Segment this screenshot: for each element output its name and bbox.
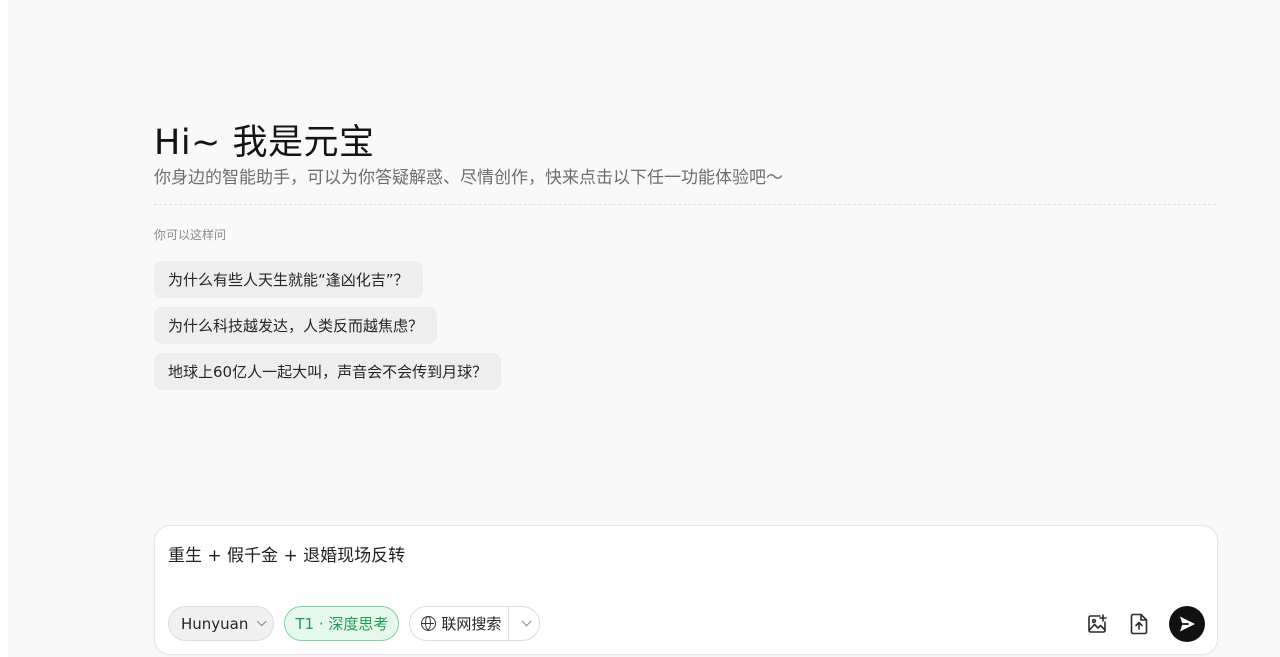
page-scrollbar[interactable] — [1270, 0, 1280, 657]
send-button[interactable] — [1169, 606, 1205, 642]
suggestion-item[interactable]: 为什么科技越发达，人类反而越焦虑？ — [154, 307, 438, 344]
web-search-control: 联网搜索 — [409, 606, 541, 641]
web-search-toggle[interactable]: 联网搜索 — [410, 607, 508, 640]
deep-think-label: T1 · 深度思考 — [295, 615, 389, 633]
composer: 重生 + 假千金 + 退婚现场反转 Hunyuan T1 · 深度思考 联网搜索 — [154, 525, 1218, 655]
web-search-label: 联网搜索 — [441, 615, 502, 633]
deep-think-toggle[interactable]: T1 · 深度思考 — [284, 606, 400, 641]
model-label: Hunyuan — [181, 614, 249, 633]
file-upload-button[interactable] — [1127, 612, 1151, 636]
suggestion-item[interactable]: 为什么有些人天生就能“逢凶化吉”？ — [154, 261, 423, 298]
suggestion-list: 为什么有些人天生就能“逢凶化吉”？ 为什么科技越发达，人类反而越焦虑？ 地球上6… — [154, 261, 502, 390]
greeting-subtitle: 你身边的智能助手，可以为你答疑解惑、尽情创作，快来点击以下任一功能体验吧～ — [154, 168, 783, 188]
send-icon — [1180, 616, 1195, 632]
chevron-down-icon — [521, 616, 532, 627]
suggestion-item[interactable]: 地球上60亿人一起大叫，声音会不会传到月球？ — [154, 353, 502, 390]
web-search-dropdown[interactable] — [509, 607, 539, 640]
prompt-input[interactable]: 重生 + 假千金 + 退婚现场反转 — [168, 538, 1188, 568]
upload-icon — [1130, 613, 1148, 635]
divider — [154, 204, 1216, 205]
globe-icon — [421, 616, 437, 631]
left-edge — [0, 0, 8, 657]
image-plus-icon — [1088, 614, 1107, 633]
main-content: Hi~ 我是元宝 你身边的智能助手，可以为你答疑解惑、尽情创作，快来点击以下任一… — [154, 0, 1218, 657]
greeting-title: Hi~ 我是元宝 — [154, 123, 375, 163]
chevron-down-icon — [257, 616, 267, 627]
model-selector[interactable]: Hunyuan — [168, 606, 275, 641]
composer-actions — [1085, 606, 1205, 642]
composer-options: Hunyuan T1 · 深度思考 联网搜索 — [168, 606, 541, 641]
image-upload-button[interactable] — [1085, 612, 1109, 636]
suggestions-label: 你可以这样问 — [154, 228, 227, 242]
